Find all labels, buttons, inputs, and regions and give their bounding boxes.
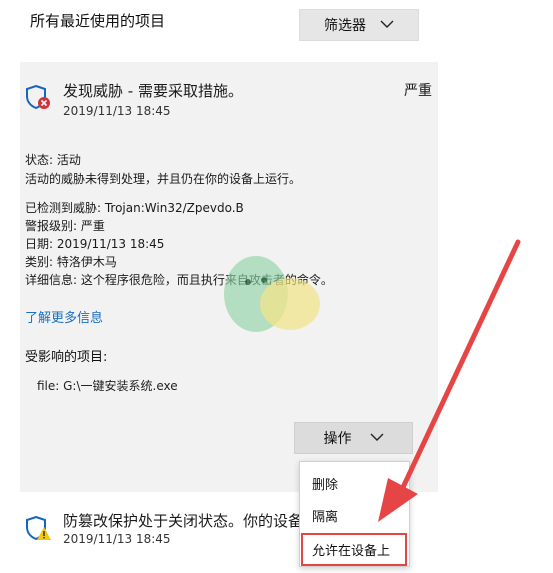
shield-threat-icon (24, 84, 52, 112)
watermark-logo (218, 246, 328, 336)
learn-more-link[interactable]: 了解更多信息 (25, 307, 103, 326)
menu-item-remove[interactable]: 删除 (312, 474, 338, 493)
date-line: 日期: 2019/11/13 18:45 (25, 237, 165, 251)
alert-level-line: 警报级别: 严重 (25, 219, 105, 233)
chevron-down-icon (380, 17, 394, 33)
filter-button[interactable]: 筛选器 (299, 9, 419, 41)
threat-date: 2019/11/13 18:45 (63, 104, 171, 118)
detected-threat-line: 已检测到威胁: Trojan:Win32/Zpevdo.B (25, 201, 244, 215)
category-line: 类别: 特洛伊木马 (25, 255, 117, 269)
filter-label: 筛选器 (324, 18, 366, 34)
action-label: 操作 (323, 431, 352, 447)
threat-title: 发现威胁 - 需要采取措施。 (63, 82, 243, 100)
annotation-arrow (360, 230, 540, 530)
menu-item-quarantine[interactable]: 隔离 (312, 506, 338, 525)
affected-items-heading: 受影响的项目: (25, 350, 108, 365)
status-description: 活动的威胁未得到处理，并且仍在你的设备上运行。 (25, 172, 302, 186)
tamper-protection-date: 2019/11/13 18:45 (63, 532, 171, 546)
severity-badge: 严重 (404, 83, 432, 99)
page-title: 所有最近使用的项目 (30, 12, 166, 30)
status-line: 状态: 活动 (25, 153, 81, 167)
affected-file: file: G:\一键安装系统.exe (37, 379, 178, 393)
tamper-protection-title: 防篡改保护处于关闭状态。你的设备 (63, 512, 299, 530)
shield-warning-icon (24, 515, 52, 543)
highlight-box (301, 533, 407, 566)
